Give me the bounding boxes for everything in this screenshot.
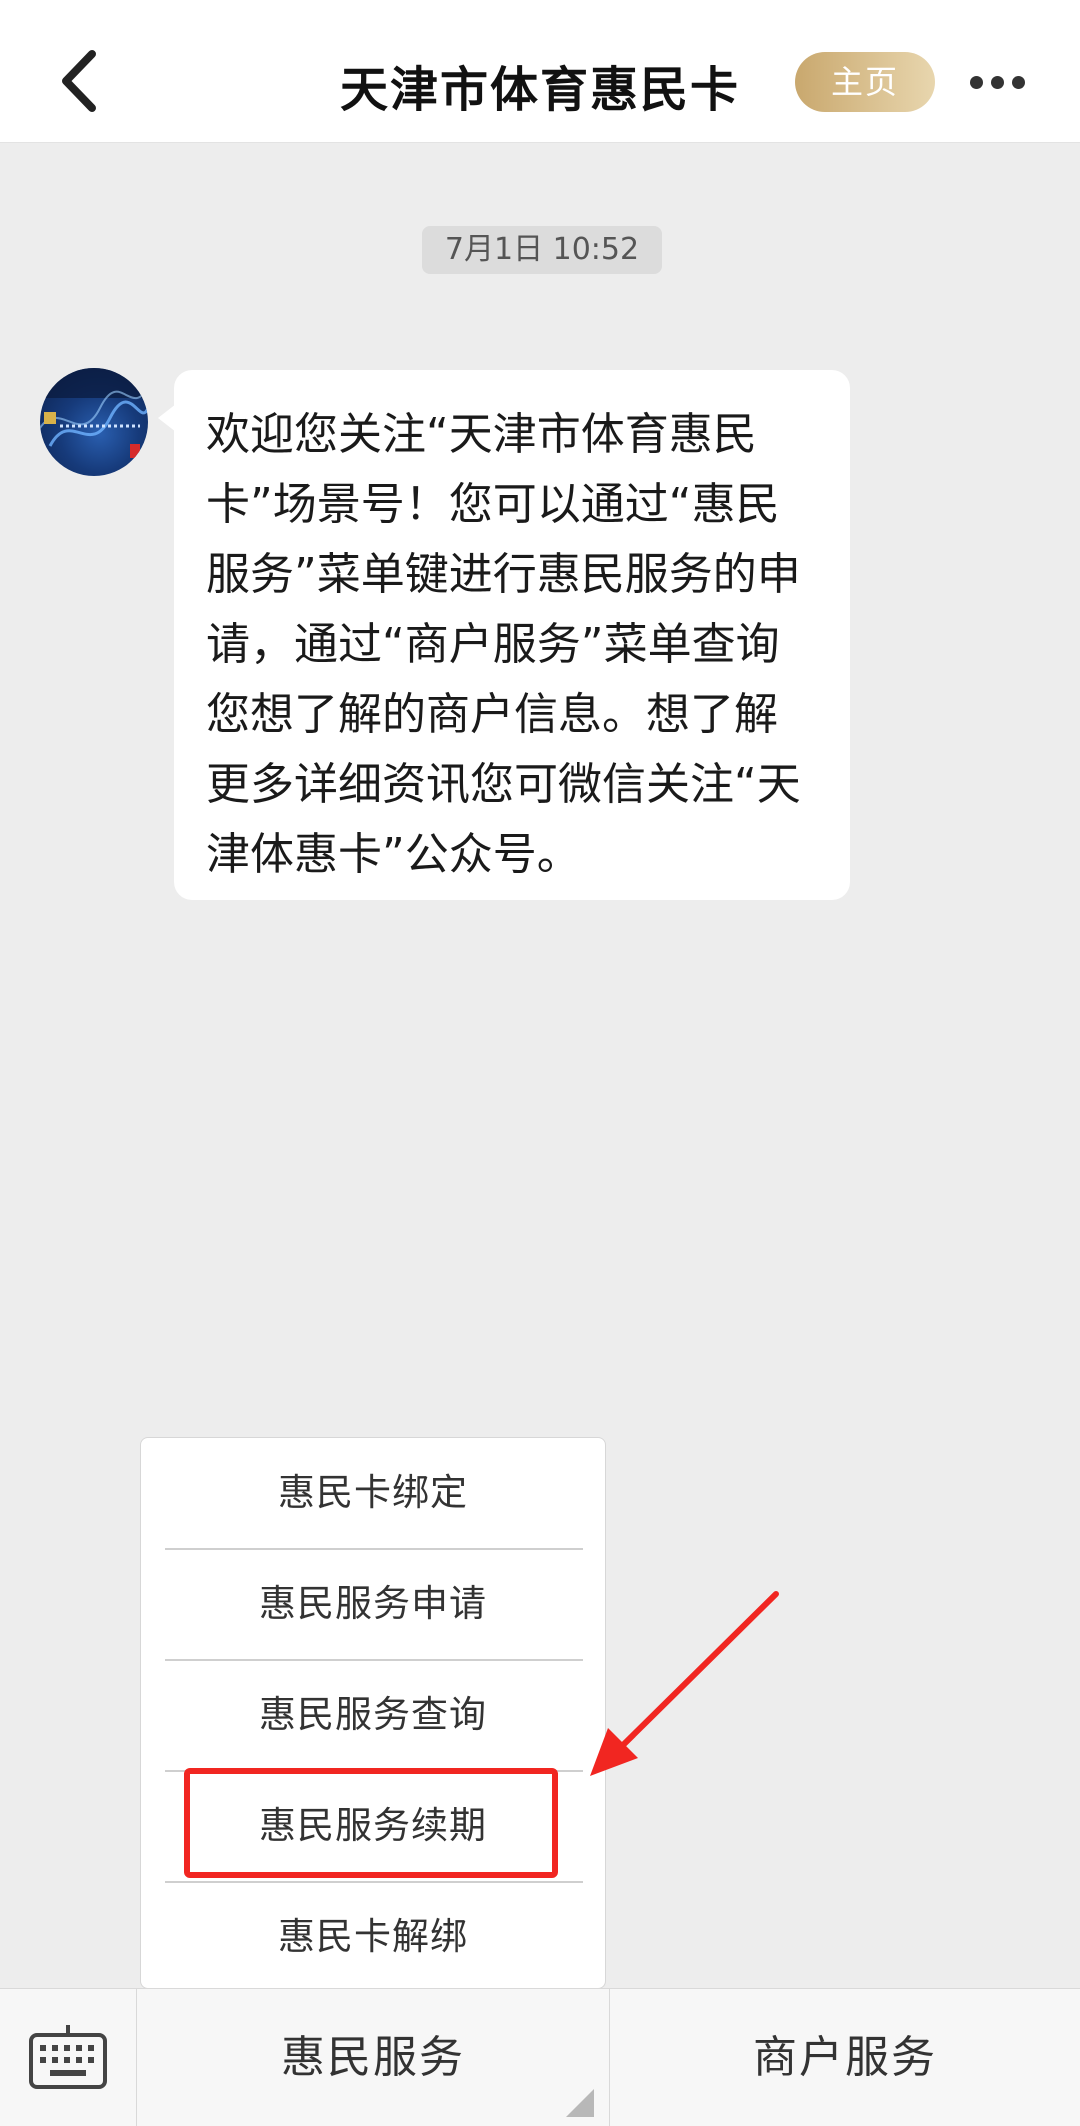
service-submenu: 惠民卡绑定 惠民服务申请 惠民服务查询 惠民服务续期 惠民卡解绑: [140, 1437, 606, 1989]
message-bubble[interactable]: 欢迎您关注“天津市体育惠民卡”场景号！您可以通过“惠民服务”菜单键进行惠民服务的…: [158, 370, 850, 900]
menu-item-card-unbind[interactable]: 惠民卡解绑: [141, 1882, 605, 1992]
keyboard-toggle-button[interactable]: [28, 2023, 108, 2093]
top-navigation-bar: 天津市体育惠民卡 主页: [0, 0, 1080, 143]
more-options-button[interactable]: [970, 70, 1026, 94]
more-dot: [991, 76, 1004, 89]
message-timestamp: 7月1日 10:52: [422, 226, 662, 274]
tab-merchant-service[interactable]: 商户服务: [610, 1989, 1080, 2126]
home-button[interactable]: 主页: [795, 52, 935, 112]
more-dot: [1012, 76, 1025, 89]
menu-item-card-bind[interactable]: 惠民卡绑定: [141, 1438, 605, 1548]
annotation-arrow-icon: [590, 1591, 779, 1776]
more-dots-icon: [970, 76, 983, 89]
menu-item-service-query[interactable]: 惠民服务查询: [141, 1660, 605, 1770]
highlight-box: [184, 1768, 558, 1878]
card-logo-icon: [40, 368, 148, 458]
chevron-left-icon: [62, 50, 96, 112]
avatar[interactable]: [40, 368, 148, 476]
tab-huimin-service[interactable]: 惠民服务: [137, 1989, 609, 2126]
bottom-menu-bar: 惠民服务 商户服务: [0, 1988, 1080, 2126]
keyboard-icon: [29, 2025, 107, 2089]
back-button[interactable]: [52, 46, 112, 116]
submenu-indicator-icon: [566, 2089, 594, 2117]
menu-item-service-apply[interactable]: 惠民服务申请: [141, 1549, 605, 1659]
message-text: 欢迎您关注“天津市体育惠民卡”场景号！您可以通过“惠民服务”菜单键进行惠民服务的…: [206, 409, 801, 880]
page-title: 天津市体育惠民卡: [339, 62, 740, 118]
